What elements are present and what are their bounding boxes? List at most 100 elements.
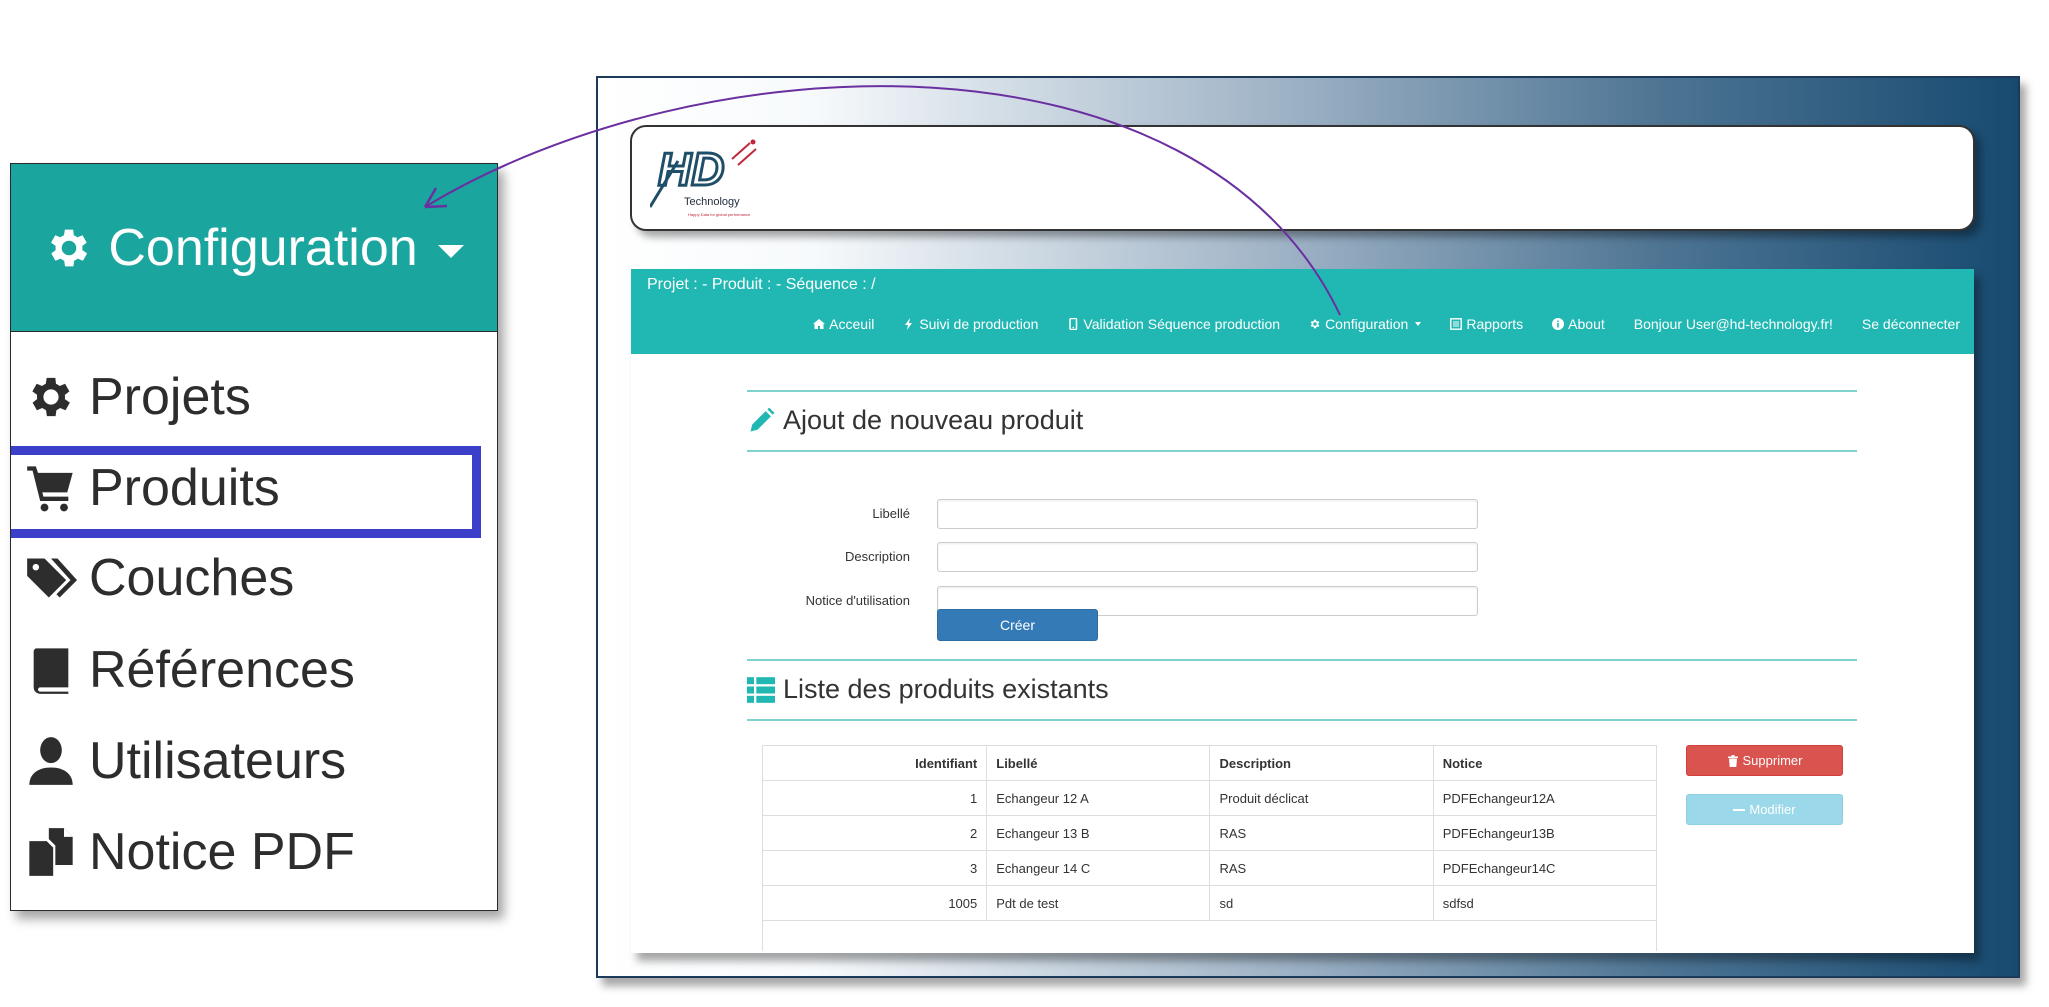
cell-description: RAS [1209, 815, 1434, 851]
nav-item-about[interactable]: About [1552, 316, 1605, 332]
nav-item-label: Acceuil [829, 316, 875, 332]
table-header-row: Identifiant Libellé Description Notice [761, 745, 1658, 781]
cell-libelle: Echangeur 13 B [986, 815, 1211, 851]
cell-notice: PDFEchangeur12A [1432, 780, 1658, 816]
cell-notice: PDFEchangeur13B [1432, 815, 1658, 851]
section-title-text: Ajout de nouveau produit [783, 405, 1084, 435]
nav-item-rapports[interactable]: Rapports [1450, 316, 1523, 332]
divider [747, 659, 1857, 661]
cell-description: RAS [1209, 850, 1434, 886]
book-icon [33, 648, 69, 694]
menu-item-label: Utilisateurs [89, 732, 347, 790]
nav-item-label: Configuration [1325, 316, 1409, 332]
gear-icon [32, 377, 70, 417]
list-icon [747, 676, 775, 703]
zoomed-configuration-menu: Configuration Projets Produits Couches R… [10, 163, 498, 911]
empty-cell [762, 920, 1657, 951]
menu-item-notice-pdf[interactable]: Notice PDF [25, 815, 355, 889]
product-list-title: Liste des produits existants [747, 674, 1109, 705]
products-table: Identifiant Libellé Description Notice 1… [761, 745, 1658, 951]
col-libelle: Libellé [986, 745, 1211, 781]
nav-item-acceuil[interactable]: Acceuil [813, 316, 874, 332]
caret-down-icon [437, 245, 464, 258]
gear-icon [1310, 319, 1320, 329]
menu-item-label: Références [89, 641, 355, 699]
svg-text:Happy Data for global performa: Happy Data for global performance [688, 212, 751, 217]
table-empty-row [762, 920, 1657, 951]
nav-item-user-greeting[interactable]: Bonjour User@hd-technology.fr! [1634, 316, 1833, 332]
top-navbar: Projet : - Produit : - Séquence : / Acce… [631, 269, 1974, 354]
nav-item-label: Se déconnecter [1861, 316, 1960, 332]
pencil-icon [750, 407, 775, 431]
nav-item-validation-sequence[interactable]: Validation Séquence production [1067, 316, 1280, 332]
cell-id: 3 [761, 850, 988, 886]
menu-item-label: Couches [89, 549, 295, 607]
nav-item-label: Bonjour User@hd-technology.fr! [1633, 316, 1833, 332]
cell-id: 1 [761, 780, 988, 816]
nav-item-suivi-production[interactable]: Suivi de production [903, 316, 1038, 332]
table-row[interactable]: 2 Echangeur 13 B RAS PDFEchangeur13B [761, 815, 1658, 851]
trash-icon [1727, 754, 1738, 767]
description-label: Description [844, 549, 910, 564]
files-icon [29, 828, 73, 876]
hd-technology-logo: HD Technology Happy Data for global perf… [650, 139, 757, 217]
cell-description: Produit déclicat [1209, 780, 1434, 816]
breadcrumb: Projet : - Produit : - Séquence : / [647, 276, 876, 293]
list-alt-icon [1450, 318, 1463, 330]
svg-text:HD: HD [658, 143, 724, 195]
tags-icon [27, 558, 77, 598]
application-page: Projet : - Produit : - Séquence : / Acce… [631, 269, 1974, 953]
zoomed-configuration-header[interactable]: Configuration [11, 164, 497, 332]
divider [747, 450, 1857, 452]
col-identifiant: Identifiant [761, 745, 988, 781]
divider [747, 390, 1857, 392]
cell-notice: sdfsd [1432, 885, 1658, 921]
menu-item-projets[interactable]: Projets [25, 360, 251, 434]
add-product-title: Ajout de nouveau produit [747, 405, 1083, 436]
col-description: Description [1209, 745, 1434, 781]
info-icon [1552, 318, 1565, 330]
description-input[interactable] [937, 542, 1478, 572]
mobile-icon [1069, 318, 1078, 330]
cell-libelle: Pdt de test [986, 885, 1211, 921]
notice-label: Notice d'utilisation [805, 593, 910, 608]
nav-item-label: About [1568, 316, 1605, 332]
cell-id: 2 [761, 815, 988, 851]
user-icon [29, 737, 73, 785]
cell-libelle: Echangeur 14 C [986, 850, 1211, 886]
divider [747, 719, 1857, 721]
nav-item-configuration[interactable]: Configuration [1309, 316, 1422, 332]
produits-highlight-box [11, 446, 481, 538]
menu-item-label: Projets [89, 368, 251, 426]
section-title-text: Liste des produits existants [783, 674, 1109, 704]
libelle-input[interactable] [937, 499, 1478, 529]
home-icon [813, 319, 826, 329]
zoomed-configuration-label: Configuration [108, 218, 418, 277]
logo-header-bar: HD Technology Happy Data for global perf… [630, 125, 1975, 231]
gear-icon [51, 229, 88, 266]
cell-description: sd [1209, 885, 1434, 921]
app-window-frame: HD Technology Happy Data for global perf… [596, 76, 2020, 978]
caret-down-icon [1415, 322, 1422, 326]
libelle-label: Libellé [872, 506, 910, 521]
table-row[interactable]: 3 Echangeur 14 C RAS PDFEchangeur14C [761, 850, 1658, 886]
menu-item-couches[interactable]: Couches [25, 541, 294, 615]
nav-item-label: Suivi de production [919, 316, 1039, 332]
nav-item-label: Validation Séquence production [1083, 316, 1281, 332]
create-button[interactable]: Créer [937, 609, 1098, 641]
nav-item-logout[interactable]: Se déconnecter [1862, 316, 1960, 332]
menu-item-references[interactable]: Références [25, 633, 355, 707]
svg-text:Technology: Technology [684, 196, 740, 208]
modify-button[interactable]: Modifier [1686, 794, 1843, 825]
delete-button[interactable]: Supprimer [1686, 745, 1843, 776]
table-row[interactable]: 1 Echangeur 12 A Produit déclicat PDFEch… [761, 780, 1658, 816]
minus-icon [1733, 808, 1746, 811]
cell-libelle: Echangeur 12 A [986, 780, 1211, 816]
cell-notice: PDFEchangeur14C [1432, 850, 1658, 886]
table-row[interactable]: 1005 Pdt de test sd sdfsd [761, 885, 1658, 921]
modify-button-label: Modifier [1749, 802, 1796, 817]
menu-item-utilisateurs[interactable]: Utilisateurs [25, 724, 346, 798]
delete-button-label: Supprimer [1742, 753, 1803, 768]
col-notice: Notice [1432, 745, 1658, 781]
nav-menu: Acceuil Suivi de production Validation S… [813, 316, 1960, 332]
